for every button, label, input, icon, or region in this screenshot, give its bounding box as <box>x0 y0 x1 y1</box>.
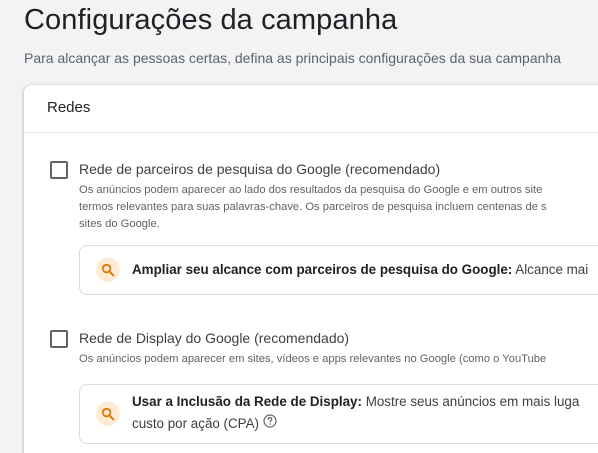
networks-card-title: Redes <box>47 99 91 116</box>
display-network-label[interactable]: Rede de Display do Google (recomendado) <box>79 330 349 346</box>
search-partners-description-line: Os anúncios podem aparecer ao lado dos r… <box>79 184 543 196</box>
search-partners-description-line: sites do Google. <box>79 218 160 230</box>
suggestion-body: Mostre seus anúncios em mais luga <box>365 394 580 409</box>
search-partners-description-line: termos relevantes para suas palavras-cha… <box>79 201 547 213</box>
search-partners-description: Os anúncios podem aparecer ao lado dos r… <box>79 182 598 233</box>
networks-card: Redes Rede de parceiros de pesquisa do G… <box>24 85 598 453</box>
search-icon <box>96 258 120 282</box>
display-network-suggestion[interactable]: Usar a Inclusão da Rede de Display: Most… <box>79 384 598 444</box>
suggestion-title: Ampliar seu alcance com parceiros de pes… <box>132 262 513 277</box>
suggestion-title: Usar a Inclusão da Rede de Display: <box>132 394 362 409</box>
help-circle-icon[interactable] <box>263 413 277 435</box>
search-partners-checkbox[interactable] <box>50 161 68 179</box>
search-icon <box>96 402 120 426</box>
page-title: Configurações da campanha <box>24 4 398 36</box>
page-subtitle: Para alcançar as pessoas certas, defina … <box>24 50 561 66</box>
search-partners-label[interactable]: Rede de parceiros de pesquisa do Google … <box>79 161 440 177</box>
suggestion-body-line2: custo por ação (CPA) <box>132 416 260 431</box>
display-network-suggestion-text: Usar a Inclusão da Rede de Display: Most… <box>132 391 598 435</box>
display-network-checkbox[interactable] <box>50 330 68 348</box>
networks-card-header: Redes <box>24 85 598 133</box>
suggestion-body: Alcance mai <box>515 262 589 277</box>
display-network-description-line: Os anúncios podem aparecer em sites, víd… <box>79 353 547 365</box>
search-partners-suggestion-text: Ampliar seu alcance com parceiros de pes… <box>132 259 598 281</box>
search-partners-suggestion[interactable]: Ampliar seu alcance com parceiros de pes… <box>79 245 598 295</box>
display-network-description: Os anúncios podem aparecer em sites, víd… <box>79 351 598 368</box>
campaign-settings-page: Configurações da campanha Para alcançar … <box>0 0 598 453</box>
